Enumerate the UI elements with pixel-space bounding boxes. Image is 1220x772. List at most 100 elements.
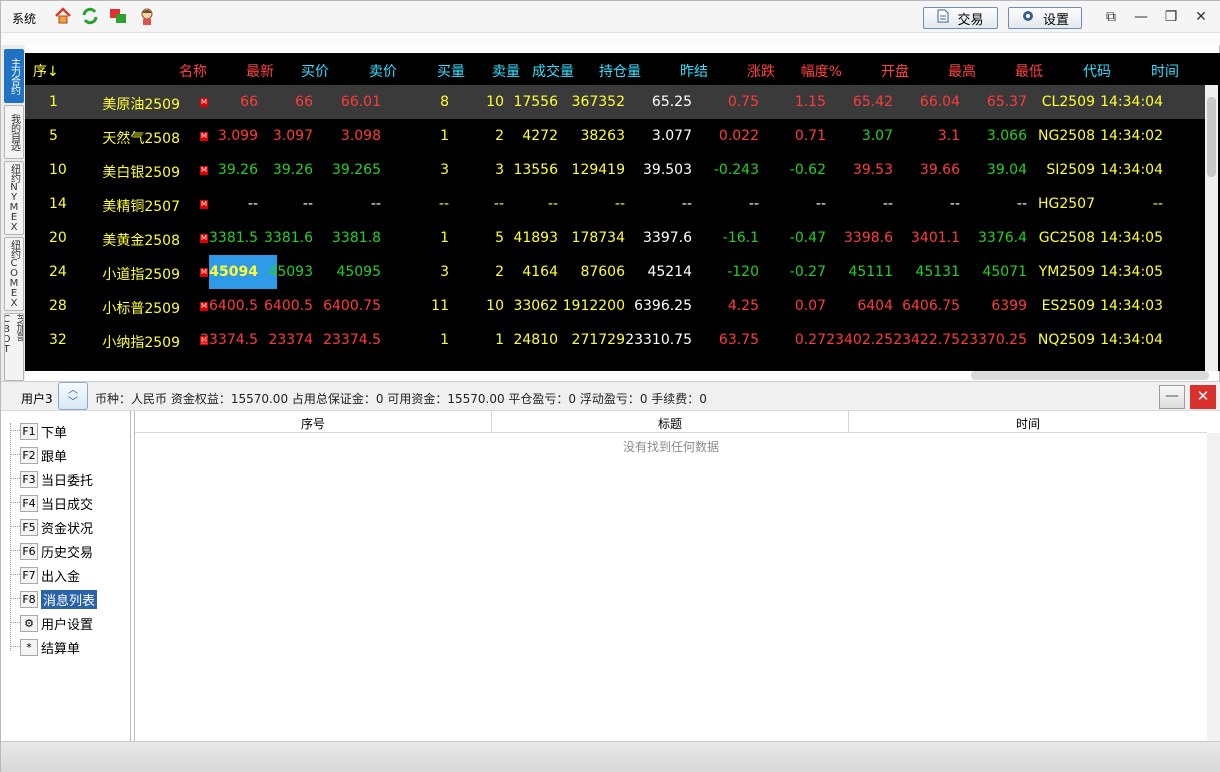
quote-cell-low: 39.04 (986, 162, 1027, 178)
column-header-open[interactable]: 开盘 (881, 61, 909, 81)
tree-item[interactable]: F8 消息列表 (20, 589, 98, 609)
quote-cell-askvol: 10 (486, 94, 504, 110)
popout-icon[interactable]: ⧉ (1102, 8, 1120, 26)
column-header-title[interactable]: 标题 (492, 415, 848, 432)
tree-item[interactable]: F1 下单 (20, 421, 67, 441)
refresh-icon[interactable] (81, 7, 99, 25)
column-header-time[interactable]: 时间 (849, 415, 1207, 432)
hotkey-badge: F4 (20, 494, 38, 512)
trade-button[interactable]: 交易 (923, 7, 998, 29)
column-header-ask[interactable]: 卖价 (369, 61, 397, 81)
quote-cell-time: 14:34:04 (1100, 162, 1163, 178)
quote-cell-oi: 178734 (571, 230, 625, 246)
quote-cell-code: NG2508 (1038, 128, 1095, 144)
main-contract-icon: M (200, 234, 208, 243)
quote-row[interactable]: 5 天然气2508 M 3.099 3.097 3.098 1 2 4272 38263 3.077… (25, 119, 1205, 153)
quote-row[interactable]: 32 小纳指2509 M 23374.5 23374 23374.5 1 1 24810 2717… (25, 323, 1205, 357)
account-switch-spinner[interactable]: ︿ ﹀ (58, 382, 88, 410)
close-icon[interactable]: ✕ (1192, 8, 1210, 26)
settings-button[interactable]: 设置 (1008, 7, 1082, 29)
quote-cell-askvol: 10 (486, 298, 504, 314)
system-menu[interactable]: 系统 (12, 10, 36, 27)
column-header-vol[interactable]: 成交量 (532, 61, 574, 81)
restore-icon[interactable]: ❐ (1162, 8, 1180, 26)
quote-cell-seq: 20 (49, 230, 67, 246)
chevron-down-icon[interactable]: ﹀ (59, 397, 87, 409)
column-header-code[interactable]: 代码 (1083, 61, 1111, 81)
column-header-askvol[interactable]: 卖量 (492, 61, 520, 81)
hotkey-badge: F8 (20, 590, 38, 608)
column-header-seq[interactable]: 序↓ (33, 61, 59, 81)
quote-cell-high: 66.04 (919, 94, 960, 110)
quote-cell-oi: 87606 (580, 264, 625, 280)
quote-row[interactable]: 24 小道指2509 M 45094 45093 45095 3 2 4164 87606 4521… (25, 255, 1205, 289)
panel-close-button[interactable]: ✕ (1190, 385, 1216, 409)
tab-cbot[interactable]: 芝加哥CBOT (4, 313, 24, 381)
column-header-seq[interactable]: 序号 (135, 415, 491, 432)
column-header-pct[interactable]: 幅度% (801, 61, 842, 81)
quote-cell-code: CL2509 (1041, 94, 1095, 110)
tree-item[interactable]: * 结算单 (20, 637, 80, 657)
column-header-last[interactable]: 最新 (246, 61, 274, 81)
quote-cell-prev: 45214 (647, 264, 692, 280)
quote-cell-prev: 39.503 (643, 162, 692, 178)
quote-row[interactable]: 10 美白银2509 M 39.26 39.26 39.265 3 3 13556 129419 3… (25, 153, 1205, 187)
tree-item[interactable]: F3 当日委托 (20, 469, 93, 489)
tab-main-contracts[interactable]: 主力合约 (4, 49, 24, 103)
chevron-up-icon[interactable]: ︿ (59, 385, 87, 397)
quote-cell-ask: 45095 (336, 264, 381, 280)
quote-table[interactable]: 序↓ 名称 最新 买价 卖价 买量 卖量 成交量 持仓量 昨结 涨跌 幅度% 开盘 最高 最低 代码 时间 1 美… (25, 53, 1220, 371)
main-contract-icon: M (200, 98, 208, 107)
column-header-bidvol[interactable]: 买量 (437, 61, 465, 81)
tree-item[interactable]: F5 资金状况 (20, 517, 93, 537)
quote-cell-ask: 39.265 (332, 162, 381, 178)
quote-cell-name: 小标普2509 (102, 301, 180, 317)
tree-item-label: 资金状况 (41, 521, 94, 537)
quote-cell-ask: 3.098 (340, 128, 381, 144)
tab-nymex[interactable]: 纽约NYMEX (4, 161, 24, 235)
trade-button-label: 交易 (957, 12, 984, 28)
quote-cell-ask: 6400.75 (323, 298, 381, 314)
column-header-time[interactable]: 时间 (1151, 61, 1179, 81)
quote-row[interactable]: 20 美黄金2508 M 3381.5 3381.6 3381.8 1 5 41893 17873… (25, 221, 1205, 255)
quote-row[interactable]: 1 美原油2509 M 66 66 66.01 8 10 17556 367352 65.25 0.7… (25, 85, 1205, 119)
user-avatar-icon[interactable] (138, 7, 156, 25)
quote-cell-name: 美白银2509 (102, 165, 180, 181)
quote-cell-seq: 32 (49, 332, 67, 348)
tree-item[interactable]: F6 历史交易 (20, 541, 93, 561)
tree-item[interactable]: F2 跟单 (20, 445, 67, 465)
minimize-icon[interactable]: — (1132, 8, 1150, 26)
column-header-low[interactable]: 最低 (1015, 61, 1043, 81)
column-header-name[interactable]: 名称 (179, 61, 207, 81)
tree-item[interactable]: F7 出入金 (20, 565, 80, 585)
column-header-chg[interactable]: 涨跌 (747, 61, 775, 81)
quote-cell-high: 45131 (915, 264, 960, 280)
tab-my-watchlist[interactable]: 我的自选 (4, 105, 24, 159)
quote-cell-low: 65.37 (986, 94, 1027, 110)
main-contract-icon: M (200, 302, 208, 311)
quote-cell-code: SI2509 (1046, 162, 1095, 178)
column-header-prev[interactable]: 昨结 (680, 61, 708, 81)
tree-item-label: 用户设置 (41, 617, 94, 633)
toolbar-spacer (1, 33, 1220, 45)
quote-row[interactable]: 28 小标普2509 M 6400.5 6400.5 6400.75 11 10 33062 19… (25, 289, 1205, 323)
panel-minimize-button[interactable]: — (1159, 385, 1185, 409)
quote-cell-prev: 3397.6 (643, 230, 692, 246)
quote-table-header: 序↓ 名称 最新 买价 卖价 买量 卖量 成交量 持仓量 昨结 涨跌 幅度% 开盘 最高 最低 代码 时间 (25, 53, 1220, 85)
tab-comex[interactable]: 纽约COMEX (4, 237, 24, 311)
column-header-oi[interactable]: 持仓量 (599, 61, 641, 81)
quote-cell-prev: 23310.75 (625, 332, 692, 348)
tree-item[interactable]: F4 当日成交 (20, 493, 93, 513)
quote-horizontal-scroll-thumb[interactable] (971, 371, 1209, 380)
column-header-bid[interactable]: 买价 (301, 61, 329, 81)
column-header-high[interactable]: 最高 (948, 61, 976, 81)
quote-row[interactable]: 14 美精铜2507 M -- -- -- -- -- -- -- -- -- -- -- -- -- HG25… (25, 187, 1205, 221)
quote-scroll-thumb[interactable] (1207, 97, 1216, 177)
tree-item[interactable]: ⚙ 用户设置 (20, 613, 93, 633)
tree-item-label: 历史交易 (41, 545, 94, 561)
windows-icon[interactable] (109, 7, 127, 25)
message-scrollbar[interactable] (1207, 433, 1220, 741)
quote-cell-askvol: 5 (495, 230, 504, 246)
home-icon[interactable] (54, 7, 72, 25)
tree-guide-line (10, 423, 11, 651)
